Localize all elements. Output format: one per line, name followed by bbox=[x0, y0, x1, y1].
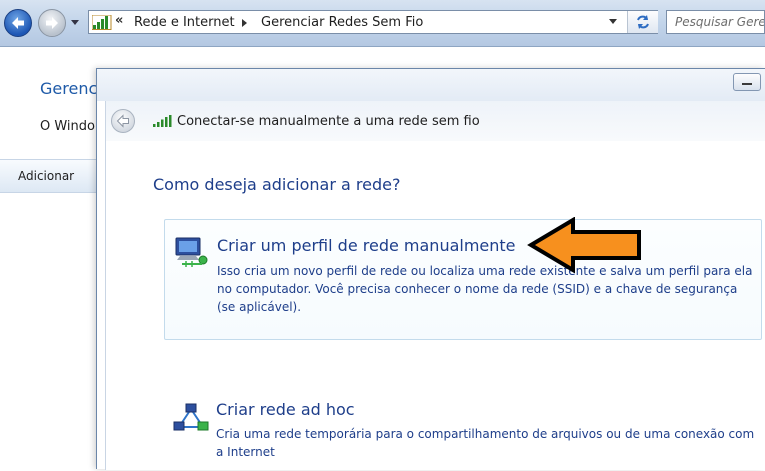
forward-arrow-icon bbox=[46, 17, 58, 29]
back-arrow-icon bbox=[116, 114, 129, 128]
option-manual-profile[interactable]: Criar um perfil de rede manualmente Isso… bbox=[164, 219, 762, 340]
breadcrumb-gerenciar-redes[interactable]: Gerenciar Redes Sem Fio bbox=[261, 15, 423, 30]
option-ad-hoc-description: Cria uma rede temporária para o comparti… bbox=[216, 427, 755, 459]
forward-button[interactable] bbox=[38, 9, 66, 37]
refresh-icon bbox=[637, 15, 649, 29]
refresh-button[interactable] bbox=[627, 11, 658, 33]
wizard-title: Conectar-se manualmente a uma rede sem f… bbox=[177, 114, 480, 129]
search-box[interactable] bbox=[666, 10, 765, 34]
explorer-toolbar: « Rede e Internet Gerenciar Redes Sem Fi… bbox=[0, 0, 765, 47]
back-button[interactable] bbox=[4, 9, 32, 37]
manual-connect-wizard: Conectar-se manualmente a uma rede sem f… bbox=[96, 68, 765, 470]
wizard-question: Como deseja adicionar a rede? bbox=[153, 175, 401, 194]
option-ad-hoc-title[interactable]: Criar rede ad hoc bbox=[216, 400, 355, 419]
option-manual-profile-title[interactable]: Criar um perfil de rede manualmente bbox=[217, 236, 516, 255]
minimize-icon[interactable] bbox=[733, 73, 761, 91]
orange-arrow-icon bbox=[527, 217, 641, 273]
ad-hoc-network-icon bbox=[173, 403, 209, 431]
recent-pages-dropdown[interactable] bbox=[71, 20, 79, 25]
search-input[interactable] bbox=[667, 11, 764, 29]
wizard-header: Conectar-se manualmente a uma rede sem f… bbox=[105, 101, 765, 141]
breadcrumb-overflow-icon[interactable]: « bbox=[115, 13, 123, 28]
background-description: O Windo bbox=[40, 119, 95, 134]
wizard-title-bar bbox=[97, 69, 765, 101]
network-profile-icon bbox=[175, 237, 208, 267]
signal-bars-icon bbox=[92, 15, 112, 30]
background-page-title: Gerenc bbox=[40, 79, 98, 98]
wizard-back-button[interactable] bbox=[111, 109, 135, 133]
address-bar[interactable]: « Rede e Internet Gerenciar Redes Sem Fi… bbox=[88, 10, 658, 34]
add-button[interactable]: Adicionar bbox=[18, 169, 74, 183]
address-dropdown-icon[interactable] bbox=[609, 19, 617, 24]
option-manual-profile-description: Isso cria um novo perfil de rede ou loca… bbox=[217, 264, 753, 314]
breadcrumb-rede-internet[interactable]: Rede e Internet bbox=[134, 15, 235, 30]
signal-bars-icon bbox=[153, 115, 172, 127]
wizard-body: Como deseja adicionar a rede? Criar um p… bbox=[105, 141, 765, 470]
option-ad-hoc[interactable]: Criar rede ad hoc Cria uma rede temporár… bbox=[164, 391, 762, 471]
breadcrumb-separator-icon[interactable] bbox=[242, 19, 247, 27]
back-arrow-icon bbox=[12, 17, 24, 29]
